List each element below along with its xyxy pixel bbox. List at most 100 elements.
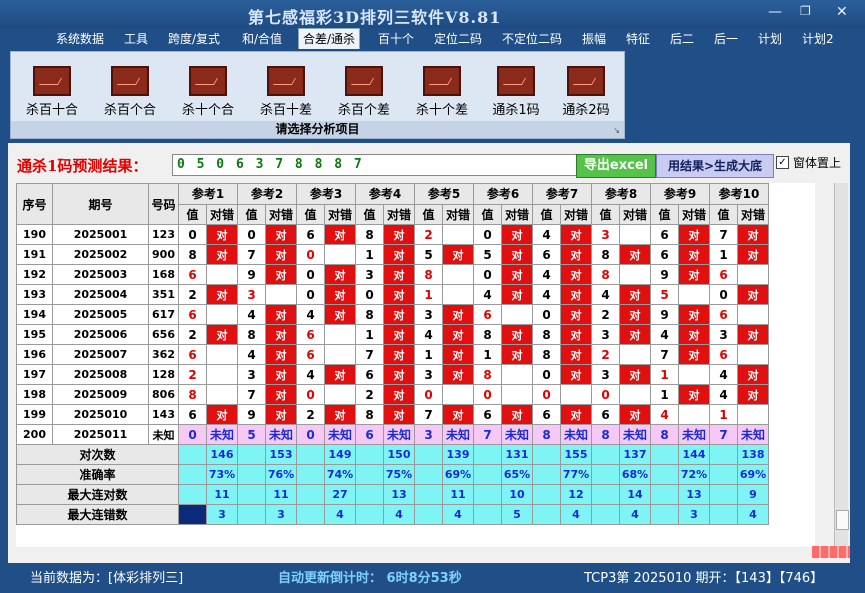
ref-value-cell: 3 [709, 324, 738, 345]
stats-value-cell: 146 [206, 444, 238, 465]
scrollbar-thumb[interactable] [836, 510, 849, 530]
correct-mark-cell: 对 [206, 224, 238, 245]
stats-value-cell: 76% [265, 464, 297, 485]
correct-mark-cell: 对 [560, 344, 592, 365]
ribbon-button-kill-ten-unit-diff[interactable]: 杀十个差 [407, 66, 477, 118]
vertical-scrollbar[interactable] [834, 183, 849, 547]
table-row[interactable]: 198 2025009 806 8 7 对 0 2 对 0 0 0 0 1 对 4 对 [16, 384, 769, 405]
correct-mark-cell: 对 [560, 224, 592, 245]
correct-mark-cell: 对 [501, 344, 533, 365]
expand-icon[interactable]: ↘ [613, 126, 620, 135]
menu-hundreds[interactable]: 百十个 [374, 30, 418, 47]
correct-mark-cell: 对 [324, 264, 356, 285]
menu-last-one[interactable]: 后一 [710, 30, 742, 47]
close-icon[interactable]: ✕ [836, 4, 848, 20]
pending-row[interactable]: 200 2025011 未知 0 未知 5 未知 0 未知 6 未知 3 未知 7 未知 8 未知 8 未知 8 未知 7… [16, 424, 769, 445]
ref-value-cell: 0 [414, 384, 443, 405]
ribbon-button-kill-hundred-ten-sum[interactable]: 杀百十合 [17, 66, 87, 118]
wrong-mark-cell [678, 404, 710, 425]
value-subheader: 值 [591, 203, 620, 225]
correct-mark-cell: 对 [560, 244, 592, 265]
table-row[interactable]: 190 2025001 123 0 对 0 对 6 对 8 对 2 0 对 4 对 3 6 对 7 对 [16, 224, 769, 245]
menu-amplitude[interactable]: 振幅 [578, 30, 610, 47]
stats-value-cell: 155 [560, 444, 592, 465]
stats-value-cell: 14 [619, 484, 651, 505]
menu-combined-diff[interactable]: 合差/通杀 [298, 28, 361, 49]
wrong-mark-cell [206, 384, 238, 405]
ref-value-cell: 7 [650, 344, 679, 365]
stats-value-cell: 144 [678, 444, 710, 465]
value-subheader: 值 [355, 203, 384, 225]
ref-value-cell: 7 [237, 384, 266, 405]
export-excel-button[interactable]: 导出excel [576, 154, 656, 178]
menu-sum[interactable]: 和/合值 [238, 30, 286, 47]
pending-value-cell: 8 [591, 424, 620, 445]
correct-mark-cell: 对 [560, 304, 592, 325]
row-seq: 191 [16, 244, 53, 265]
ribbon-button-kill-hundred-unit-sum[interactable]: 杀百个合 [95, 66, 165, 118]
menu-plan[interactable]: 计划 [754, 30, 786, 47]
stats-value-cell: 3 [678, 504, 710, 525]
ref-value-cell: 6 [650, 244, 679, 265]
table-row[interactable]: 199 2025010 143 6 对 9 对 2 对 8 对 7 对 6 对 6 对 6 对 4 1 [16, 404, 769, 425]
row-seq: 190 [16, 224, 53, 245]
stats-spacer-cell [355, 444, 384, 465]
menu-fixed-two[interactable]: 定位二码 [430, 30, 486, 47]
ref-value-cell: 0 [355, 284, 384, 305]
stats-label: 准确率 [16, 464, 179, 485]
menu-unfixed-two[interactable]: 不定位二码 [498, 30, 566, 47]
correct-subheader: 对错 [206, 203, 238, 225]
restore-icon[interactable]: ❐ [800, 4, 811, 18]
generate-base-button[interactable]: 用结果>生成大底 [656, 154, 774, 178]
menu-feature[interactable]: 特征 [622, 30, 654, 47]
stats-value-cell: 9 [737, 484, 769, 505]
correct-mark-cell: 对 [383, 384, 415, 405]
ref-value-cell: 0 [237, 224, 266, 245]
stats-value-cell: 10 [501, 484, 533, 505]
ref-value-cell: 4 [237, 304, 266, 325]
stats-spacer-cell [650, 504, 679, 525]
correct-mark-cell: 对 [383, 364, 415, 385]
row-issue: 2025009 [52, 384, 149, 405]
table-row[interactable]: 191 2025002 900 8 对 7 对 0 1 对 5 对 5 对 6 对 8 对 6 对 1 对 [16, 244, 769, 265]
stats-spacer-cell [414, 504, 443, 525]
prediction-result-field[interactable]: 0 5 0 6 3 7 8 8 8 7 [172, 154, 582, 176]
correct-mark-cell: 对 [442, 344, 474, 365]
row-seq: 200 [16, 424, 53, 445]
stats-value-cell: 4 [383, 504, 415, 525]
pin-window-checkbox[interactable]: ✓ [776, 156, 789, 169]
ref-group-header: 参考10 [709, 183, 769, 205]
menu-span[interactable]: 跨度/复式 [164, 30, 224, 47]
correct-mark-cell: 对 [678, 304, 710, 325]
ribbon-caption: 请选择分析项目 [11, 121, 624, 138]
table-row[interactable]: 196 2025007 362 6 4 对 6 7 对 1 对 1 对 8 对 2 7 对 6 [16, 344, 769, 365]
ref-value-cell: 0 [296, 284, 325, 305]
table-row[interactable]: 197 2025008 128 2 3 对 4 对 6 对 3 对 8 0 对 3 对 1 4 对 [16, 364, 769, 385]
table-row[interactable]: 193 2025004 351 2 对 3 0 对 0 对 1 4 对 4 对 4 对 5 0 对 [16, 284, 769, 305]
menu-plan2[interactable]: 计划2 [798, 30, 838, 47]
minimize-icon[interactable]: — [768, 4, 782, 20]
ref-value-cell: 8 [178, 244, 207, 265]
ribbon-button-kill-hundred-unit-diff[interactable]: 杀百个差 [329, 66, 399, 118]
ref-value-cell: 1 [414, 344, 443, 365]
ref-value-cell: 2 [591, 344, 620, 365]
ribbon-button-kill-ten-unit-sum[interactable]: 杀十个合 [173, 66, 243, 118]
stats-spacer-cell [237, 444, 266, 465]
ref-value-cell: 4 [709, 364, 738, 385]
table-row[interactable]: 194 2025005 617 6 4 对 4 对 8 对 3 对 6 0 对 2 对 9 对 6 [16, 304, 769, 325]
correct-mark-cell: 对 [383, 244, 415, 265]
table-row[interactable]: 195 2025006 656 2 对 8 对 6 1 对 4 对 8 对 8 对 3 对 4 对 3 对 [16, 324, 769, 345]
ribbon-button-kill-hundred-ten-diff[interactable]: 杀百十差 [251, 66, 321, 118]
table-row[interactable]: 192 2025003 168 6 9 对 0 对 3 对 8 0 对 4 对 8 9 对 6 [16, 264, 769, 285]
ribbon-button-kill-one-code[interactable]: 通杀1码 [481, 66, 551, 118]
ribbon-button-kill-two-code[interactable]: 通杀2码 [551, 66, 621, 118]
correct-mark-cell: 对 [737, 364, 769, 385]
pending-value-cell: 0 [296, 424, 325, 445]
menu-last-two[interactable]: 后二 [666, 30, 698, 47]
menu-system-data[interactable]: 系统数据 [52, 30, 108, 47]
stats-row: 最大连错数 3 3 4 4 4 5 4 4 3 4 [16, 504, 769, 525]
menu-tools[interactable]: 工具 [120, 30, 152, 47]
countdown-status: 自动更新倒计时： 6时8分53秒 [278, 571, 462, 586]
correct-subheader: 对错 [383, 203, 415, 225]
correct-mark-cell: 对 [560, 404, 592, 425]
